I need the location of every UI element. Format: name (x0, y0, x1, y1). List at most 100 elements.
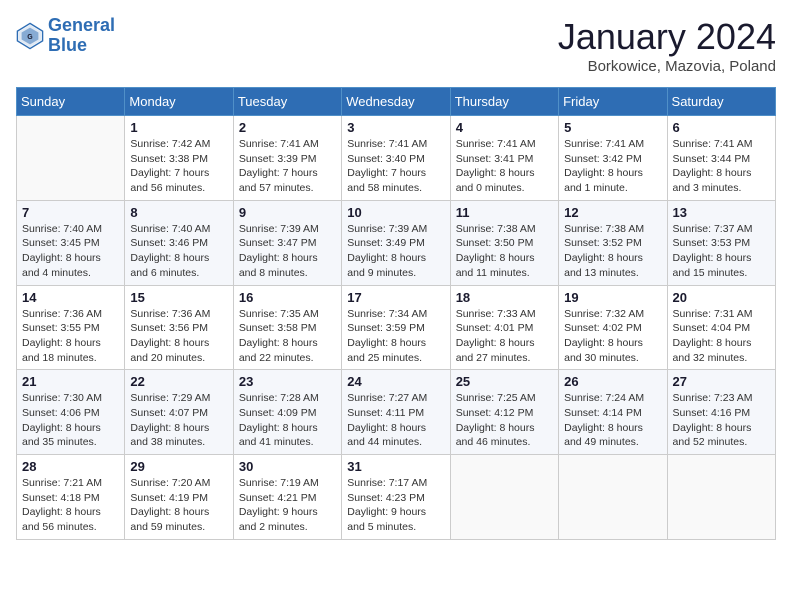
day-number: 15 (130, 290, 227, 305)
day-number: 13 (673, 205, 770, 220)
header-thursday: Thursday (450, 88, 558, 116)
day-info: Sunrise: 7:29 AM Sunset: 4:07 PM Dayligh… (130, 391, 227, 450)
day-info: Sunrise: 7:38 AM Sunset: 3:52 PM Dayligh… (564, 222, 661, 281)
day-info: Sunrise: 7:41 AM Sunset: 3:41 PM Dayligh… (456, 137, 553, 196)
day-cell: 19 Sunrise: 7:32 AM Sunset: 4:02 PM Dayli… (559, 285, 667, 370)
day-number: 14 (22, 290, 119, 305)
day-number: 11 (456, 205, 553, 220)
day-cell: 11 Sunrise: 7:38 AM Sunset: 3:50 PM Dayli… (450, 200, 558, 285)
day-number: 12 (564, 205, 661, 220)
day-cell (450, 455, 558, 540)
day-info: Sunrise: 7:39 AM Sunset: 3:49 PM Dayligh… (347, 222, 444, 281)
week-row-4: 21 Sunrise: 7:30 AM Sunset: 4:06 PM Dayli… (17, 370, 776, 455)
day-cell: 10 Sunrise: 7:39 AM Sunset: 3:49 PM Dayli… (342, 200, 450, 285)
day-cell: 6 Sunrise: 7:41 AM Sunset: 3:44 PM Daylig… (667, 116, 775, 201)
day-number: 22 (130, 374, 227, 389)
day-number: 21 (22, 374, 119, 389)
day-number: 31 (347, 459, 444, 474)
day-cell: 31 Sunrise: 7:17 AM Sunset: 4:23 PM Dayli… (342, 455, 450, 540)
day-info: Sunrise: 7:20 AM Sunset: 4:19 PM Dayligh… (130, 476, 227, 535)
logo: G General Blue (16, 16, 115, 56)
day-number: 28 (22, 459, 119, 474)
week-row-1: 1 Sunrise: 7:42 AM Sunset: 3:38 PM Daylig… (17, 116, 776, 201)
day-cell: 4 Sunrise: 7:41 AM Sunset: 3:41 PM Daylig… (450, 116, 558, 201)
logo-icon: G (16, 22, 44, 50)
day-cell: 8Sunrise: 7:40 AM Sunset: 3:46 PM Daylig… (125, 200, 233, 285)
day-cell: 21 Sunrise: 7:30 AM Sunset: 4:06 PM Dayli… (17, 370, 125, 455)
day-info: Sunrise: 7:38 AM Sunset: 3:50 PM Dayligh… (456, 222, 553, 281)
logo-text2: Blue (48, 36, 115, 56)
week-row-3: 14Sunrise: 7:36 AM Sunset: 3:55 PM Dayli… (17, 285, 776, 370)
day-number: 26 (564, 374, 661, 389)
day-cell: 14Sunrise: 7:36 AM Sunset: 3:55 PM Dayli… (17, 285, 125, 370)
day-info: Sunrise: 7:21 AM Sunset: 4:18 PM Dayligh… (22, 476, 119, 535)
day-cell: 22 Sunrise: 7:29 AM Sunset: 4:07 PM Dayli… (125, 370, 233, 455)
day-number: 19 (564, 290, 661, 305)
day-info: Sunrise: 7:32 AM Sunset: 4:02 PM Dayligh… (564, 307, 661, 366)
day-cell: 26 Sunrise: 7:24 AM Sunset: 4:14 PM Dayli… (559, 370, 667, 455)
day-cell: 2 Sunrise: 7:41 AM Sunset: 3:39 PM Daylig… (233, 116, 341, 201)
day-number: 16 (239, 290, 336, 305)
day-number: 23 (239, 374, 336, 389)
day-info: Sunrise: 7:41 AM Sunset: 3:40 PM Dayligh… (347, 137, 444, 196)
day-info: Sunrise: 7:37 AM Sunset: 3:53 PM Dayligh… (673, 222, 770, 281)
day-number: 2 (239, 120, 336, 135)
day-cell: 13 Sunrise: 7:37 AM Sunset: 3:53 PM Dayli… (667, 200, 775, 285)
day-info: Sunrise: 7:24 AM Sunset: 4:14 PM Dayligh… (564, 391, 661, 450)
day-info: Sunrise: 7:36 AM Sunset: 3:56 PM Dayligh… (130, 307, 227, 366)
day-cell: 12 Sunrise: 7:38 AM Sunset: 3:52 PM Dayli… (559, 200, 667, 285)
day-number: 5 (564, 120, 661, 135)
day-number: 1 (130, 120, 227, 135)
day-info: Sunrise: 7:40 AM Sunset: 3:45 PM Dayligh… (22, 222, 119, 281)
day-cell: 3Sunrise: 7:41 AM Sunset: 3:40 PM Daylig… (342, 116, 450, 201)
day-cell: 17Sunrise: 7:34 AM Sunset: 3:59 PM Dayli… (342, 285, 450, 370)
day-info: Sunrise: 7:41 AM Sunset: 3:39 PM Dayligh… (239, 137, 336, 196)
day-cell: 9 Sunrise: 7:39 AM Sunset: 3:47 PM Daylig… (233, 200, 341, 285)
day-number: 10 (347, 205, 444, 220)
day-cell (667, 455, 775, 540)
header-friday: Friday (559, 88, 667, 116)
day-info: Sunrise: 7:19 AM Sunset: 4:21 PM Dayligh… (239, 476, 336, 535)
page-header: G General Blue January 2024 Borkowice, M… (16, 16, 776, 75)
day-number: 29 (130, 459, 227, 474)
day-cell: 30 Sunrise: 7:19 AM Sunset: 4:21 PM Dayli… (233, 455, 341, 540)
header-wednesday: Wednesday (342, 88, 450, 116)
day-cell: 25 Sunrise: 7:25 AM Sunset: 4:12 PM Dayli… (450, 370, 558, 455)
day-cell: 20 Sunrise: 7:31 AM Sunset: 4:04 PM Dayli… (667, 285, 775, 370)
header-tuesday: Tuesday (233, 88, 341, 116)
day-info: Sunrise: 7:23 AM Sunset: 4:16 PM Dayligh… (673, 391, 770, 450)
day-info: Sunrise: 7:41 AM Sunset: 3:42 PM Dayligh… (564, 137, 661, 196)
day-number: 17 (347, 290, 444, 305)
week-row-2: 7Sunrise: 7:40 AM Sunset: 3:45 PM Daylig… (17, 200, 776, 285)
day-info: Sunrise: 7:31 AM Sunset: 4:04 PM Dayligh… (673, 307, 770, 366)
header-saturday: Saturday (667, 88, 775, 116)
day-number: 25 (456, 374, 553, 389)
day-number: 27 (673, 374, 770, 389)
day-number: 30 (239, 459, 336, 474)
logo-text: General (48, 16, 115, 36)
day-cell (559, 455, 667, 540)
day-cell: 18Sunrise: 7:33 AM Sunset: 4:01 PM Dayli… (450, 285, 558, 370)
day-cell (17, 116, 125, 201)
day-number: 6 (673, 120, 770, 135)
day-info: Sunrise: 7:30 AM Sunset: 4:06 PM Dayligh… (22, 391, 119, 450)
day-info: Sunrise: 7:42 AM Sunset: 3:38 PM Dayligh… (130, 137, 227, 196)
day-number: 20 (673, 290, 770, 305)
day-info: Sunrise: 7:41 AM Sunset: 3:44 PM Dayligh… (673, 137, 770, 196)
day-info: Sunrise: 7:28 AM Sunset: 4:09 PM Dayligh… (239, 391, 336, 450)
calendar-table: SundayMondayTuesdayWednesdayThursdayFrid… (16, 87, 776, 540)
day-number: 24 (347, 374, 444, 389)
day-cell: 5 Sunrise: 7:41 AM Sunset: 3:42 PM Daylig… (559, 116, 667, 201)
day-number: 4 (456, 120, 553, 135)
header-sunday: Sunday (17, 88, 125, 116)
svg-text:G: G (27, 34, 33, 41)
day-cell: 1 Sunrise: 7:42 AM Sunset: 3:38 PM Daylig… (125, 116, 233, 201)
day-number: 9 (239, 205, 336, 220)
day-info: Sunrise: 7:17 AM Sunset: 4:23 PM Dayligh… (347, 476, 444, 535)
day-info: Sunrise: 7:25 AM Sunset: 4:12 PM Dayligh… (456, 391, 553, 450)
day-info: Sunrise: 7:39 AM Sunset: 3:47 PM Dayligh… (239, 222, 336, 281)
day-info: Sunrise: 7:35 AM Sunset: 3:58 PM Dayligh… (239, 307, 336, 366)
header-row: SundayMondayTuesdayWednesdayThursdayFrid… (17, 88, 776, 116)
day-cell: 23 Sunrise: 7:28 AM Sunset: 4:09 PM Dayli… (233, 370, 341, 455)
day-cell: 29 Sunrise: 7:20 AM Sunset: 4:19 PM Dayli… (125, 455, 233, 540)
